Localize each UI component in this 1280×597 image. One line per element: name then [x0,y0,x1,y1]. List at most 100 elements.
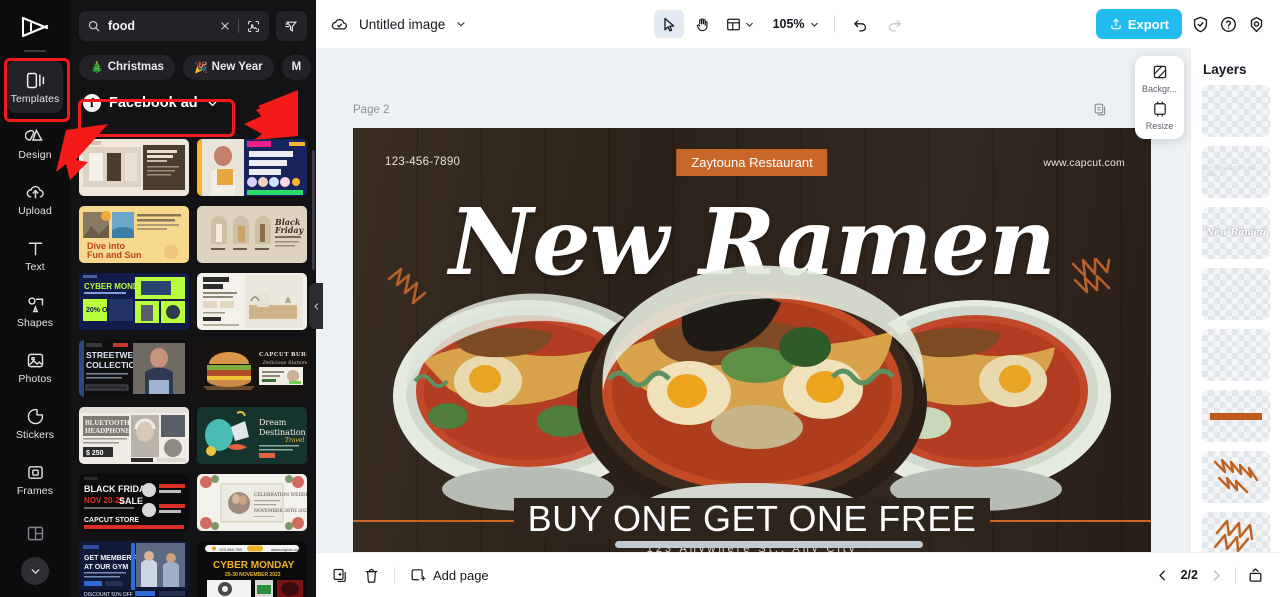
chip-more[interactable]: M [281,54,312,80]
undo-button[interactable] [846,10,876,38]
svg-text:BLUETOOTH: BLUETOOTH [85,419,130,427]
template-card[interactable]: STREETWEAR COLLECTION [79,340,189,397]
close-icon[interactable] [219,20,231,32]
squiggle-icon [1213,519,1254,552]
resize-button[interactable]: Resize [1135,100,1184,131]
chip-new-year[interactable]: 🎉 New Year [182,54,274,80]
svg-text:BLACK FRIDAY: BLACK FRIDAY [84,484,151,494]
template-card[interactable] [197,273,307,330]
duplicate-page-icon[interactable] [1093,102,1108,122]
layer-item[interactable] [1202,512,1270,552]
sidebar-item-text[interactable]: Text [7,229,63,281]
layer-item[interactable] [1202,85,1270,137]
template-card[interactable]: Dive into Fun and Sun [79,206,189,263]
top-toolbar: Untitled image 105% Export [316,0,1280,48]
page-counter: 2/2 [1180,568,1198,582]
shapes-icon [25,294,46,315]
filter-button[interactable] [276,11,307,41]
template-card[interactable]: BLACK FRIDAY NOV 20-25 SALE CAPCUT STORE [79,474,189,531]
orange-bar-shape [1210,412,1262,420]
page-label: Page 2 [353,104,390,116]
layer-item[interactable]: BUY ONE GET ONE FREE [1202,146,1270,198]
panel-collapse-handle[interactable] [309,283,323,329]
design-artboard[interactable]: 123-456-7890 www.capcut.com Zaytouna Res… [353,128,1151,552]
select-tool[interactable] [653,10,684,38]
export-button[interactable]: Export [1095,9,1182,39]
capcut-logo-icon[interactable] [15,10,55,44]
svg-text:CAPCUT BURGER: CAPCUT BURGER [259,351,307,358]
chip-label: New Year [211,61,263,73]
template-card[interactable] [197,139,307,196]
background-button[interactable]: Backgr... [1135,63,1184,94]
hand-tool[interactable] [688,10,718,38]
templates-panel: food 🎄 Christmas 🎉 New Year M f Facebook… [70,0,316,597]
redo-button[interactable] [880,10,910,38]
svg-text:CAPCUT STORE: CAPCUT STORE [84,517,139,524]
layer-item[interactable]: New Ramen [1202,207,1270,259]
layer-item[interactable] [1202,451,1270,503]
sidebar-item-photos[interactable]: Photos [7,341,63,393]
toolbar-actions: Export [1095,9,1266,39]
layer-item[interactable] [1202,329,1270,381]
shield-check-icon[interactable] [1191,15,1210,34]
layers-list: BUY ONE GET ONE FREE New Ramen [1191,85,1280,552]
add-page-button[interactable]: Add page [409,567,489,584]
sidebar-item-label: Templates [10,92,60,105]
document-title[interactable]: Untitled image [359,17,445,32]
stickers-icon [25,406,46,427]
chip-christmas[interactable]: 🎄 Christmas [79,54,175,80]
sidebar-item-templates[interactable]: Templates [7,61,63,113]
sidebar-item-upload[interactable]: Upload [7,173,63,225]
canvas-hscrollbar-thumb[interactable] [615,541,923,548]
chip-label: M [291,61,302,73]
layer-item[interactable] [1202,390,1270,442]
template-card[interactable]: GET MEMBER PROMOS AT OUR GYM DISCOUNT 50… [79,541,189,597]
sidebar-item-label: Stickers [15,428,55,441]
sidebar-item-shapes[interactable]: Shapes [7,285,63,337]
image-search-icon[interactable] [246,19,261,34]
templates-icon [25,70,46,91]
layout-tool[interactable] [722,10,758,38]
filter-icon [284,19,299,34]
template-card[interactable]: Dream Destination Travel [197,407,307,464]
chevron-down-icon[interactable] [455,18,467,30]
template-card[interactable]: CYBER MONDAY 20% OFF [79,273,189,330]
sidebar-item-stickers[interactable]: Stickers [7,397,63,449]
canvas-float-panel: Backgr... Resize [1135,56,1184,139]
template-card[interactable]: Black Friday [197,206,307,263]
sidebar-item-frames[interactable]: Frames [7,453,63,505]
bottom-divider [394,566,395,584]
svg-text:SALE: SALE [119,496,143,506]
sidebar-item-design[interactable]: Design [7,117,63,169]
layer-item[interactable] [1202,268,1270,320]
facebook-ad-category[interactable]: f Facebook ad [79,92,223,114]
export-label: Export [1127,16,1169,32]
canvas-wrapper[interactable]: Page 2 123-456-7890 www.capcut.com Zayto… [316,48,1190,552]
cloud-saved-icon[interactable] [330,15,349,34]
present-icon[interactable] [1247,567,1264,584]
rail-expand-button[interactable] [21,557,49,585]
question-circle-icon[interactable] [1219,15,1238,34]
prev-page-button[interactable] [1155,568,1170,583]
gear-icon[interactable] [1247,15,1266,34]
frames-icon [25,462,46,483]
template-card[interactable]: CAPCUT BURGER Delicious Statement [197,340,307,397]
zoom-control[interactable]: 105% [768,10,823,38]
sidebar-item-partial[interactable] [7,507,63,559]
next-page-button[interactable] [1209,568,1224,583]
resize-icon [1151,100,1169,118]
layer-text: BUY ONE GET ONE FREE [1202,166,1256,178]
svg-text:Destination: Destination [259,428,306,437]
template-card[interactable] [79,139,189,196]
layer-preview [1202,512,1270,552]
panel-scrollbar[interactable] [312,150,315,270]
duplicate-icon[interactable] [332,567,349,584]
template-card[interactable]: CELEBRATION WEDDING NOVEMBER 28TH 2023 [197,474,307,531]
chip-emoji: 🎉 [193,61,208,74]
svg-text:Friday: Friday [274,225,305,235]
search-input[interactable]: food [79,11,269,41]
template-card[interactable]: BLUETOOTH HEADPHONE $ 250 [79,407,189,464]
trash-icon[interactable] [363,567,380,584]
background-icon [1151,63,1169,81]
template-card[interactable]: 123-456-789 www.capcut.com CYBER MONDAY … [197,541,307,597]
